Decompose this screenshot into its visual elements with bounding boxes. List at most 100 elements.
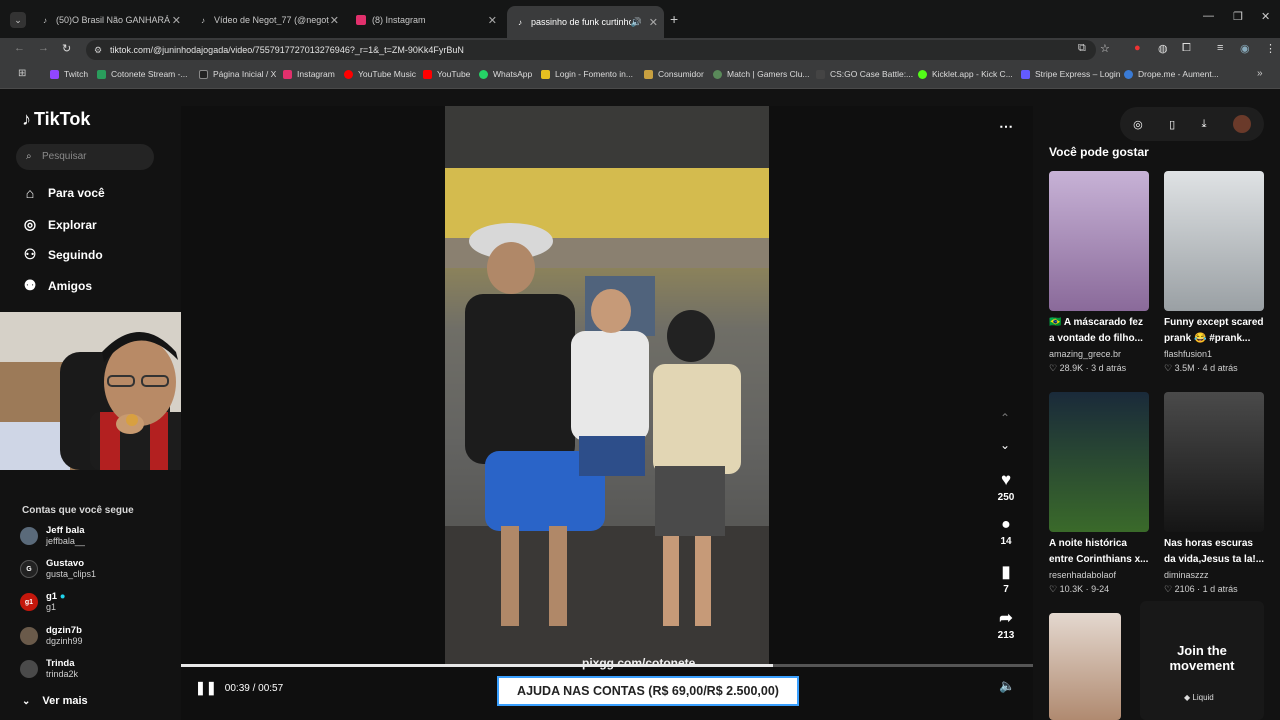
cotonete-icon	[97, 69, 106, 79]
video-card[interactable]: Nas horas escuras da vida,Jesus ta la!..…	[1164, 392, 1265, 596]
following-account[interactable]: Trinda trinda2k	[20, 658, 78, 680]
back-icon[interactable]: ←	[14, 42, 25, 54]
close-window-button[interactable]: ✕	[1261, 10, 1270, 23]
close-icon[interactable]: ✕	[488, 14, 497, 27]
tab-2[interactable]: ♪ Vídeo de Negot_77 (@negot_7 ✕	[190, 7, 345, 33]
bookmark-stripe[interactable]: Stripe Express – Login	[1021, 69, 1121, 79]
forward-icon[interactable]: →	[38, 42, 49, 54]
scroll-down-icon[interactable]: ⌄	[1000, 438, 1010, 452]
nav-following[interactable]: ⚇ Seguindo	[22, 246, 103, 263]
consumidor-icon	[644, 69, 653, 79]
menu-icon[interactable]: ⋮	[1265, 42, 1276, 55]
bookmark-instagram[interactable]: Instagram	[283, 69, 335, 79]
close-icon[interactable]: ✕	[649, 16, 658, 29]
search-input[interactable]: ⌕ Pesquisar	[16, 144, 154, 170]
following-account[interactable]: g1 g1 ● g1	[20, 591, 65, 613]
apps-icon[interactable]: ⊞	[18, 68, 26, 79]
bookmark-star-icon[interactable]: ☆	[1100, 42, 1110, 55]
url-input[interactable]: ⚙ tiktok.com/@juninhodajogada/video/7557…	[86, 40, 1096, 60]
avatar	[20, 627, 38, 645]
address-bar-row: ← → ↻ ⚙ tiktok.com/@juninhodajogada/vide…	[0, 38, 1280, 62]
tab-4-active[interactable]: ♪ passinho de funk curtinho 🔊 ✕	[507, 6, 664, 38]
bookmark-cotonete[interactable]: Cotonete Stream -...	[97, 69, 188, 79]
bookmark-csgo[interactable]: CS:GO Case Battle:...	[816, 69, 913, 79]
twitch-icon	[50, 69, 59, 79]
scroll-up-icon[interactable]: ⌃	[1000, 411, 1010, 425]
more-bookmarks-icon[interactable]: »	[1257, 68, 1263, 79]
match-icon	[713, 69, 722, 79]
avatar	[20, 527, 38, 545]
video-card[interactable]: Funny except scared prank 😂 #prank... fl…	[1164, 171, 1265, 375]
bookmark-youtube-music[interactable]: YouTube Music	[344, 69, 416, 79]
following-icon: ⚇	[23, 246, 37, 262]
bookmark-kicklet[interactable]: Kicklet.app - Kick C...	[918, 69, 1013, 79]
restore-button[interactable]: ❐	[1233, 10, 1243, 23]
nav-friends[interactable]: ⚉ Amigos	[22, 277, 92, 294]
following-account[interactable]: Jeff bala jeffbala__	[20, 525, 85, 547]
playback-controls: ❚❚ 00:39 / 00:57	[195, 680, 283, 696]
tab-bar: ⌄ ♪ (50)O Brasil Não GANHARÁ a C ✕ ♪ Víd…	[0, 0, 1280, 38]
nav-explore[interactable]: ◎ Explorar	[22, 216, 97, 233]
minimize-button[interactable]: —	[1203, 10, 1214, 22]
reload-icon[interactable]: ↻	[62, 42, 71, 55]
heart-outline-icon: ♡	[1049, 363, 1058, 373]
tab-search-button[interactable]: ⌄	[10, 12, 26, 28]
liquid-logo-icon: ◆	[1184, 693, 1191, 702]
pause-icon[interactable]: ❚❚	[195, 680, 217, 696]
tiktok-logo[interactable]: ♪ TikTok	[22, 109, 90, 130]
tab-1[interactable]: ♪ (50)O Brasil Não GANHARÁ a C ✕	[32, 7, 187, 33]
volume-icon[interactable]: 🔈	[999, 678, 1015, 694]
extension-icon[interactable]: ●	[1134, 42, 1141, 54]
puzzle-icon[interactable]: ⧠	[1182, 42, 1191, 55]
stream-watermark: pixgg.com/cotonete	[582, 656, 696, 670]
bookmark-x[interactable]: Página Inicial / X	[199, 69, 276, 79]
install-icon[interactable]: ⧉	[1078, 42, 1086, 55]
verified-badge-icon: ●	[59, 591, 66, 602]
video-thumbnail	[1164, 392, 1264, 532]
csgo-icon	[816, 69, 825, 79]
extension-icon[interactable]: ◍	[1158, 42, 1168, 55]
following-account[interactable]: G Gustavo gusta_clips1	[20, 558, 96, 580]
youtube-icon	[423, 69, 432, 79]
nav-for-you[interactable]: ⌂ Para você	[22, 185, 105, 201]
friends-icon: ⚉	[23, 277, 37, 293]
site-info-icon[interactable]: ⚙	[94, 40, 102, 60]
bookmark-youtube[interactable]: YouTube	[423, 69, 470, 79]
bookmark-fomento[interactable]: Login - Fomento in...	[541, 69, 633, 79]
like-button[interactable]: ♥ 250	[993, 470, 1019, 503]
media-icon[interactable]: ≡	[1217, 42, 1223, 54]
progress-fill	[181, 664, 774, 667]
bookmark-drope[interactable]: Drope.me - Aument...	[1124, 69, 1219, 79]
tab-3[interactable]: (8) Instagram ✕	[348, 7, 503, 33]
more-options-icon[interactable]: ⋯	[999, 118, 1013, 135]
profile-avatar[interactable]: ◉	[1240, 42, 1250, 55]
video-player[interactable]: ⋯ ⌃ ⌄ ♥ 250 ● 14 ▮ 7 ➦ 213 pixgg.com/cotonet…	[181, 106, 1033, 720]
donation-goal-banner: AJUDA NAS CONTAS (R$ 69,00/R$ 2.500,00)	[497, 676, 799, 706]
share-button[interactable]: ➦ 213	[993, 608, 1019, 641]
speaker-icon[interactable]: 🔊	[631, 17, 642, 28]
bookmark-twitch[interactable]: Twitch	[50, 69, 88, 79]
comment-button[interactable]: ● 14	[993, 516, 1019, 547]
video-card[interactable]	[1049, 613, 1121, 720]
bookmark-consumidor[interactable]: Consumidor	[644, 69, 704, 79]
bookmark-whatsapp[interactable]: WhatsApp	[479, 69, 532, 79]
see-more-button[interactable]: ⌄ Ver mais	[22, 695, 88, 707]
close-icon[interactable]: ✕	[330, 14, 339, 27]
video-card[interactable]: A noite histórica entre Corinthians x...…	[1049, 392, 1150, 596]
tiktok-icon: ♪	[518, 17, 522, 27]
share-icon: ➦	[999, 610, 1013, 627]
save-button[interactable]: ▮ 7	[993, 562, 1019, 595]
new-tab-button[interactable]: +	[670, 11, 678, 27]
close-icon[interactable]: ✕	[172, 14, 181, 27]
bookmark-match[interactable]: Match | Gamers Clu...	[713, 69, 810, 79]
following-account[interactable]: dgzin7b dgzinh99	[20, 625, 83, 647]
bookmarks-bar: ⊞ Twitch Cotonete Stream -... Página Ini…	[0, 62, 1280, 89]
progress-bar[interactable]	[181, 664, 1033, 667]
drope-icon	[1124, 69, 1133, 79]
ad-join-movement[interactable]: Join the movement ◆ Liquid	[1140, 601, 1264, 720]
video-frame[interactable]	[445, 106, 769, 664]
avatar: g1	[20, 593, 38, 611]
video-card[interactable]: 🇧🇷 A máscarado fez a vontade do filho...…	[1049, 171, 1150, 375]
bookmark-icon: ▮	[1001, 564, 1011, 581]
youtube-music-icon	[344, 69, 353, 79]
